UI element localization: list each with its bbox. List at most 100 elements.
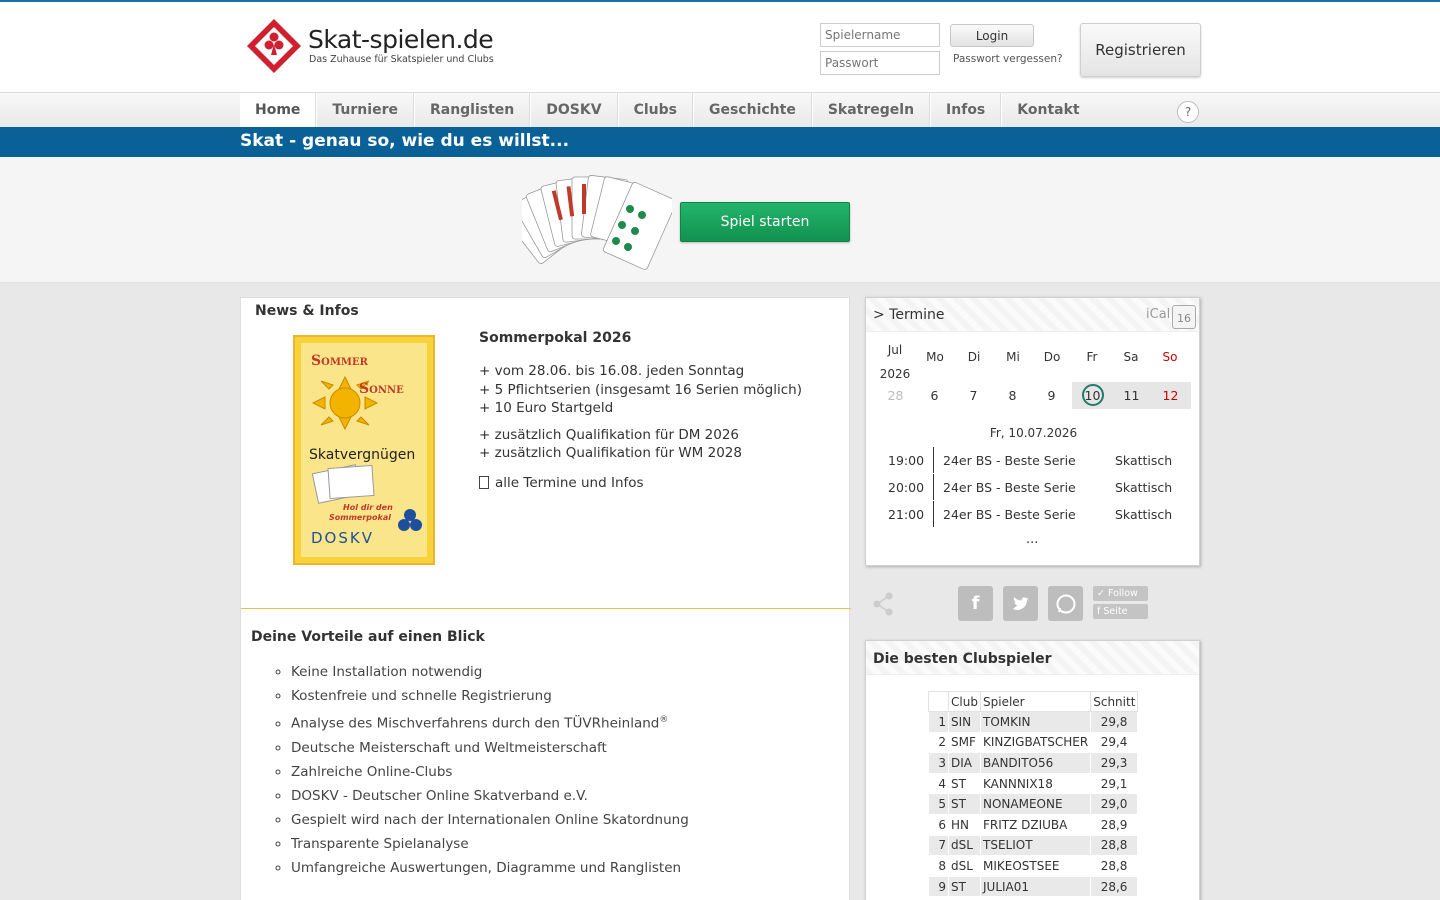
day-cell[interactable]: 28 [876,382,915,409]
username-input[interactable] [820,23,940,47]
poster-line5: Sommerpokal [329,513,391,522]
player-name-cell[interactable]: BANDITO56 [979,752,1092,774]
more-events[interactable]: ... [1026,532,1038,547]
table-row[interactable]: 5 ST NONAMEONE 29,0 [928,793,1139,815]
sommerpokal-poster[interactable]: Sommer Sonne Skatvergnügen Hol dir den S… [293,335,435,565]
password-input[interactable] [820,51,940,75]
start-game-button[interactable]: Spiel starten [680,202,850,242]
list-item: Transparente Spielanalyse [291,832,689,856]
player-name-cell[interactable]: KINZIGBATSCHER [979,731,1092,754]
news-title: News & Infos [255,303,359,319]
news-line: + vom 28.06. bis 16.08. jeden Sonntag [479,363,745,379]
events-header: > Termine iCal 16 [866,298,1199,332]
all-events-label: alle Termine und Infos [495,474,644,491]
events-calendar-panel: > Termine iCal 16 Jul 2026 Mo Di Mi Do F… [865,297,1200,566]
twitter-follow-button[interactable]: ✓ Follow [1093,586,1148,601]
day-cell[interactable]: 11 [1112,382,1151,409]
weekday-header: Fr [1086,350,1098,364]
club-cell: dSL [948,834,981,857]
twitter-icon[interactable] [1003,586,1038,621]
col-club: Club [948,691,981,712]
calendar-icon[interactable]: 16 [1172,305,1196,329]
weekday-header: Di [967,350,981,364]
player-name-cell[interactable]: NONAMEONE [979,793,1092,815]
player-name-cell[interactable]: JULIA01 [979,875,1092,898]
all-events-link[interactable]: alle Termine und Infos [479,475,839,491]
player-name-cell[interactable]: FRITZ DZIUBA [979,813,1092,836]
table-row[interactable]: 9 ST JULIA01 28,6 [928,875,1139,898]
twitter-icon: ✓ [1097,588,1108,599]
player-name-cell[interactable]: KANNNIX18 [979,772,1092,795]
player-name-cell[interactable]: MIKEOSTSEE [979,855,1092,877]
table-row[interactable]: 6 HN FRITZ DZIUBA 28,9 [928,813,1139,836]
nav-infos[interactable]: Infos [930,93,1002,128]
site-logo[interactable]: Skat-spielen.de Das Zuhause für Skatspie… [242,16,512,80]
table-row[interactable]: 8 dSL MIKEOSTSEE 28,8 [928,855,1139,877]
nav-geschichte[interactable]: Geschichte [692,93,812,128]
nav-home[interactable]: Home [240,93,317,128]
average-cell: 29,1 [1090,772,1139,795]
list-item: Analyse des Mischverfahrens durch den TÜ… [291,708,689,736]
best-players-table: Club Spieler Schnitt 1 SIN TOMKIN 29,8 2 SMF K… [928,691,1139,898]
event-row[interactable]: 20:00 24er BS - Beste Serie Skattisch [866,474,1201,501]
brand-tagline: Das Zuhause für Skatspieler und Clubs [309,54,494,65]
event-location: Skattisch [1115,480,1173,495]
club-cell: ST [948,875,981,898]
col-player: Spieler [979,691,1092,712]
follow-label: Follow [1107,588,1138,599]
club-cell: HN [948,813,981,836]
nav-kontakt[interactable]: Kontakt [1001,93,1094,128]
event-time: 19:00 [888,453,925,468]
help-icon[interactable]: ? [1177,101,1199,123]
document-icon [479,476,489,489]
whatsapp-icon[interactable] [1048,586,1083,621]
player-name-cell[interactable]: TOMKIN [979,711,1092,733]
nav-doskv[interactable]: DOSKV [530,93,618,128]
news-panel: News & Infos Sommer Sonne Skatvergnügen … [240,297,851,900]
nav-skatregeln[interactable]: Skatregeln [811,93,931,128]
day-cell-today[interactable]: 10 [1073,382,1112,409]
club-cell: SIN [948,711,981,733]
playing-cards-fan-icon [522,175,672,270]
average-cell: 29,8 [1090,711,1139,733]
event-name: 24er BS - Beste Serie [943,507,1076,522]
event-row[interactable]: 19:00 24er BS - Beste Serie Skattisch [866,447,1201,474]
table-row[interactable]: 2 SMF KINZIGBATSCHER 29,4 [928,731,1139,754]
day-cell[interactable]: 7 [954,382,993,409]
facebook-page-button[interactable]: f Seite [1093,604,1148,619]
registered-mark: ® [659,715,669,725]
table-row[interactable]: 1 SIN TOMKIN 29,8 [928,711,1139,733]
seite-label: Seite [1103,606,1128,617]
table-row[interactable]: 4 ST KANNNIX18 29,1 [928,772,1139,795]
best-players-title: Die besten Clubspieler [873,651,1052,667]
benefits-title: Deine Vorteile auf einen Blick [251,629,485,645]
table-row[interactable]: 7 dSL TSELIOT 28,8 [928,834,1139,857]
best-players-header: Die besten Clubspieler [866,641,1199,675]
register-button[interactable]: Registrieren [1080,23,1201,77]
weekday-header: Mi [1006,350,1020,364]
login-button[interactable]: Login [950,24,1034,47]
club-cell: DIA [948,752,981,774]
events-title[interactable]: > Termine [873,307,945,323]
day-cell[interactable]: 8 [993,382,1032,409]
facebook-icon[interactable]: f [958,586,993,621]
nav-ranglisten[interactable]: Ranglisten [413,93,531,128]
weekday-header-sunday: So [1162,350,1178,364]
forgot-password-link[interactable]: Passwort vergessen? [953,53,1063,65]
day-cell-sunday[interactable]: 12 [1151,382,1190,409]
table-row[interactable]: 3 DIA BANDITO56 29,3 [928,752,1139,774]
club-cell: dSL [948,855,981,877]
nav-clubs[interactable]: Clubs [617,93,693,128]
nav-turniere[interactable]: Turniere [316,93,414,128]
event-name: 24er BS - Beste Serie [943,480,1076,495]
day-cell[interactable]: 6 [915,382,954,409]
player-name-cell[interactable]: TSELIOT [979,834,1092,857]
average-cell: 28,8 [1090,834,1139,857]
list-item: Zahlreiche Online-Clubs [291,760,689,784]
club-cell: ST [948,772,981,795]
share-icon[interactable] [871,591,895,617]
event-row[interactable]: 21:00 24er BS - Beste Serie Skattisch [866,501,1201,528]
list-item: Umfangreiche Auswertungen, Diagramme und… [291,856,689,880]
ical-label[interactable]: iCal [1146,307,1170,322]
day-cell[interactable]: 9 [1032,382,1071,409]
